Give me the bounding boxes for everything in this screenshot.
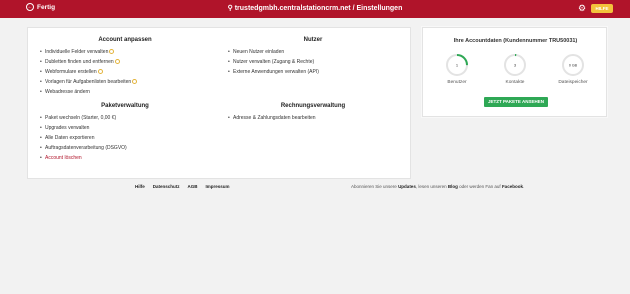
info-icon xyxy=(114,59,120,65)
link-change-package[interactable]: • Paket wechseln (Starter, 0,00 €) xyxy=(40,113,210,123)
section-heading-users: Nutzer xyxy=(303,37,323,43)
section-billing: Rechnungsverwaltung • Adresse & Zahlungsd… xyxy=(228,103,398,123)
link-label: Adresse & Zahlungsdaten bearbeiten xyxy=(233,115,316,121)
link-billing-address[interactable]: • Adresse & Zahlungsdaten bearbeiten xyxy=(228,113,398,123)
footer-links: Hilfe Datenschutz AGB Impressum xyxy=(135,184,238,189)
footer-text: . xyxy=(522,184,525,189)
link-delete-account[interactable]: • Account löschen xyxy=(40,153,210,163)
gauge-ring: 1 xyxy=(446,54,468,76)
section-users: Nutzer • Neuen Nutzer einladen • Nutzer ve… xyxy=(228,37,398,77)
link-webforms[interactable]: • Webformulare erstellen xyxy=(40,67,210,77)
link-label: Account löschen xyxy=(45,155,82,161)
footer-link-imprint[interactable]: Impressum xyxy=(206,184,230,189)
footer-text: Abonnieren Sie unsere xyxy=(351,184,397,189)
gauge-users: 1 Benutzer xyxy=(441,53,473,85)
top-bar: ← Fertig ⚲ trustedgmbh.centralstationcrm… xyxy=(0,0,630,18)
link-label: Auftragsdatenverarbeitung (DSGVO) xyxy=(45,145,127,151)
footer-link-blog[interactable]: Blog xyxy=(448,184,458,189)
link-custom-fields[interactable]: • Individuelle Felder verwalten xyxy=(40,47,210,57)
link-invite-user[interactable]: • Neuen Nutzer einladen xyxy=(228,47,398,57)
footer-social: Abonnieren Sie unsere Updates, lesen uns… xyxy=(351,184,524,189)
link-label: Vorlagen für Aufgabenlisten bearbeiten xyxy=(45,79,132,85)
settings-gear-icon[interactable]: ⚙ xyxy=(578,3,586,13)
link-dsgvo[interactable]: • Auftragsdatenverarbeitung (DSGVO) xyxy=(40,143,210,153)
footer-link-help[interactable]: Hilfe xyxy=(135,184,145,189)
footer-text: , lesen unseren xyxy=(415,184,447,189)
gauge-ring: 3 xyxy=(504,54,526,76)
link-label: Neuen Nutzer einladen xyxy=(233,49,285,55)
link-label: Paket wechseln (Starter, 0,00 €) xyxy=(45,115,117,121)
link-label: Upgrades verwalten xyxy=(45,125,90,131)
footer-link-terms[interactable]: AGB xyxy=(188,184,198,189)
section-heading-billing: Rechnungsverwaltung xyxy=(280,103,346,109)
link-label: Webadresse ändern xyxy=(45,89,90,95)
account-data-title: Ihre Accountdaten (Kundennummer TRU50031… xyxy=(453,38,578,44)
gauge-value: 3 xyxy=(514,63,517,68)
page-title: ⚲ trustedgmbh.centralstationcrm.net / Ei… xyxy=(0,4,630,12)
gauge-storage: 0 GB Dateispeicher xyxy=(557,53,589,85)
link-label: Individuelle Felder verwalten xyxy=(45,49,109,55)
section-heading-package: Paketverwaltung xyxy=(101,103,149,109)
link-label: Externe Anwendungen verwalten (API) xyxy=(233,69,319,75)
view-packages-button[interactable]: JETZT PAKETE ANSEHEN xyxy=(484,97,548,107)
link-manage-users[interactable]: • Nutzer verwalten (Zugang & Rechte) xyxy=(228,57,398,67)
footer-text: oder werden Fan auf xyxy=(459,184,501,189)
link-web-address[interactable]: • Webadresse ändern xyxy=(40,87,210,97)
info-icon xyxy=(132,79,138,85)
gauge-label: Dateispeicher xyxy=(558,80,588,85)
gauge-label: Kontakte xyxy=(505,80,525,85)
link-duplicates[interactable]: • Dubletten finden und entfernen xyxy=(40,57,210,67)
settings-panel: Account anpassen • Individuelle Felder ve… xyxy=(27,27,411,179)
link-api[interactable]: • Externe Anwendungen verwalten (API) xyxy=(228,67,398,77)
link-label: Nutzer verwalten (Zugang & Rechte) xyxy=(233,59,315,65)
link-task-templates[interactable]: • Vorlagen für Aufgabenlisten bearbeiten xyxy=(40,77,210,87)
gauge-value: 1 xyxy=(456,63,459,68)
link-export-data[interactable]: • Alle Daten exportieren xyxy=(40,133,210,143)
link-icon: ⚲ xyxy=(227,5,233,12)
link-label: Webformulare erstellen xyxy=(45,69,97,75)
help-button[interactable]: HILFE xyxy=(591,4,613,13)
info-icon xyxy=(109,49,115,55)
link-label: Dubletten finden und entfernen xyxy=(45,59,114,65)
gauge-ring: 0 GB xyxy=(562,54,584,76)
section-package: Paketverwaltung • Paket wechseln (Starter… xyxy=(40,103,210,163)
section-account: Account anpassen • Individuelle Felder ve… xyxy=(40,37,210,97)
section-heading-account: Account anpassen xyxy=(98,37,152,43)
gauge-contacts: 3 Kontakte xyxy=(499,53,531,85)
footer-link-privacy[interactable]: Datenschutz xyxy=(153,184,180,189)
gauge-label: Benutzer xyxy=(447,80,467,85)
info-icon xyxy=(97,69,103,75)
footer-link-facebook[interactable]: Facebook xyxy=(502,184,523,189)
gauge-value: 0 GB xyxy=(569,64,578,68)
footer-link-updates[interactable]: Updates xyxy=(398,184,416,189)
account-data-panel: Ihre Accountdaten (Kundennummer TRU50031… xyxy=(422,27,607,117)
link-upgrades[interactable]: • Upgrades verwalten xyxy=(40,123,210,133)
page-title-text: trustedgmbh.centralstationcrm.net / Eins… xyxy=(234,5,403,12)
link-label: Alle Daten exportieren xyxy=(45,135,95,141)
